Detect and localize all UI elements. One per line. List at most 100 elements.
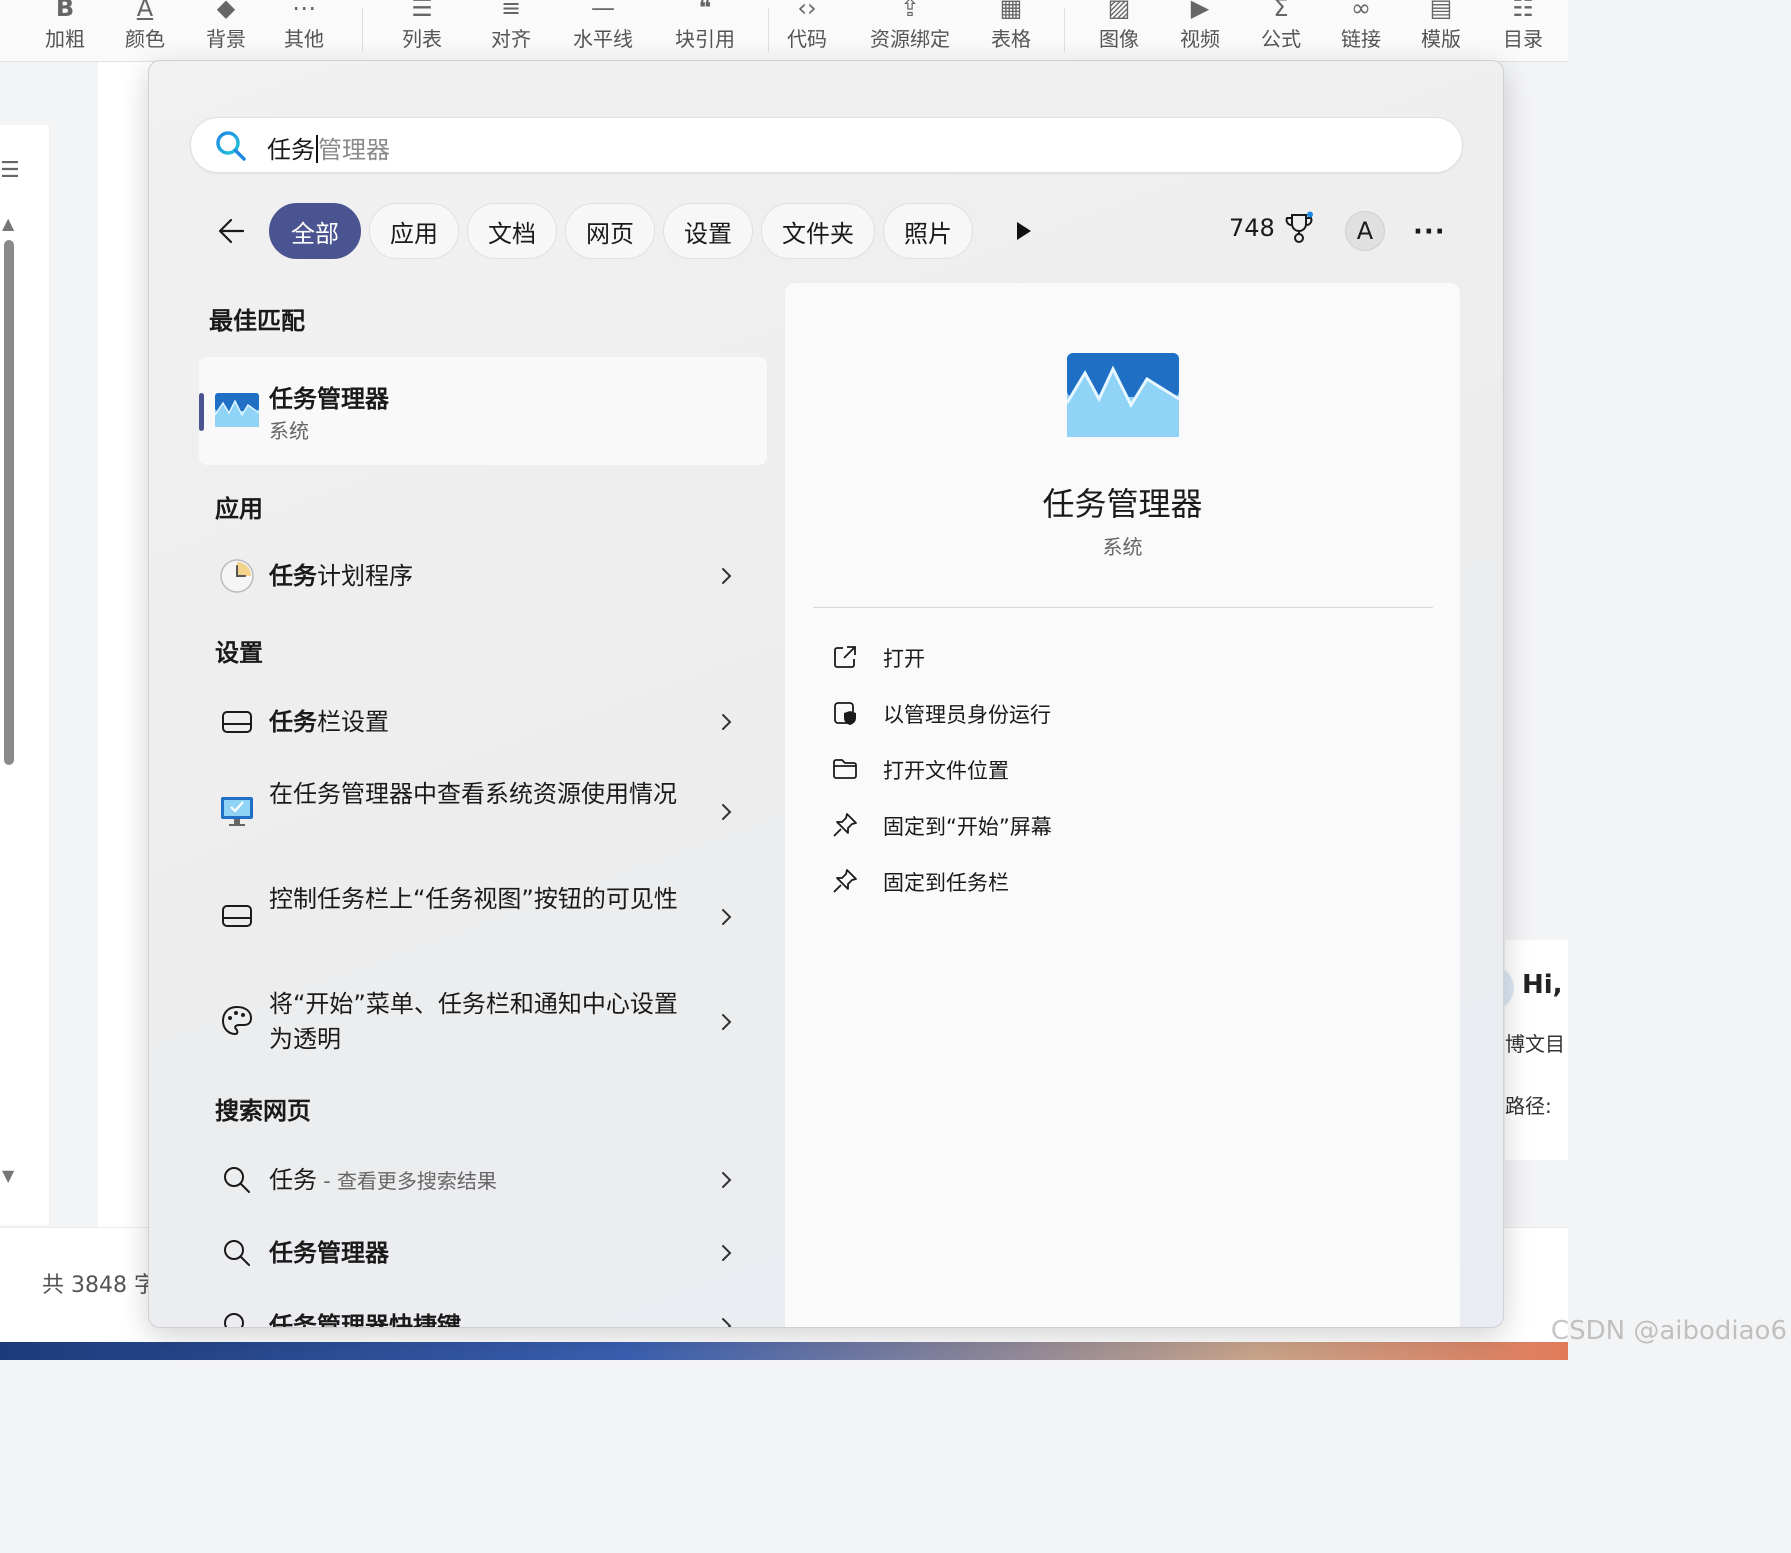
result-task-scheduler[interactable]: 任务计划程序 (199, 551, 767, 601)
action-label: 以管理员身份运行 (883, 703, 1051, 727)
toolbar-formula-button[interactable]: Σ 公式 (1241, 0, 1321, 54)
filter-chip-folders[interactable]: 文件夹 (761, 203, 875, 259)
best-match-result[interactable]: 任务管理器 系统 (199, 357, 767, 465)
chevron-right-icon (722, 1172, 732, 1188)
link-icon: ∞ (1351, 0, 1371, 22)
search-input[interactable]: 任务 管理器 (267, 130, 390, 165)
toolbar-hr-button[interactable]: — 水平线 (563, 0, 643, 54)
toolbar-blockquote-button[interactable]: ❝ 块引用 (665, 0, 745, 54)
windows-search-panel: 任务 管理器 全部 应用 文档 网页 设置 文件夹 照片 748 A ··· 最佳… (148, 60, 1504, 1328)
result-highlight: 任务 (269, 708, 317, 736)
result-view-resource-usage[interactable]: 在任务管理器中查看系统资源使用情况 (199, 773, 767, 853)
toolbar-color-button[interactable]: A 颜色 (105, 0, 185, 54)
toolbar-bold-button[interactable]: B 加粗 (25, 0, 105, 54)
search-icon (224, 1313, 244, 1327)
result-highlight: 任务 (269, 562, 317, 590)
filter-chip-apps[interactable]: 应用 (369, 203, 459, 259)
toolbar-list-button[interactable]: ☰ 列表 (382, 0, 462, 54)
result-taskbar-settings[interactable]: 任务栏设置 (199, 697, 767, 747)
toolbar-label: 链接 (1341, 27, 1381, 51)
result-highlight: 任务 (269, 1166, 317, 1194)
toolbar-label: 水平线 (573, 27, 633, 51)
action-open[interactable]: 打开 (831, 637, 1391, 677)
bold-icon: B (55, 0, 75, 22)
preview-subtitle: 系统 (1102, 535, 1143, 559)
search-icon (224, 1240, 250, 1266)
filter-chip-documents[interactable]: 文档 (467, 203, 557, 259)
result-text: 计划程序 (317, 562, 413, 590)
code-icon: ‹› (797, 0, 817, 22)
outline-scrollbar[interactable] (4, 240, 14, 765)
result-task-view-button-visibility[interactable]: 控制任务栏上“任务视图”按钮的可见性 (199, 878, 767, 958)
toolbar-video-button[interactable]: ▶ 视频 (1160, 0, 1240, 54)
chevron-right-icon (722, 568, 732, 584)
open-external-icon (834, 646, 856, 668)
action-pin-to-start[interactable]: 固定到“开始”屏幕 (831, 805, 1391, 845)
toolbar-label: 模版 (1421, 27, 1461, 51)
web-result-task-manager[interactable]: 任务管理器 (199, 1228, 767, 1278)
rewards-points: 748 (1229, 214, 1275, 242)
toolbar-label: 颜色 (125, 27, 165, 51)
toolbar-align-button[interactable]: ≡ 对齐 (471, 0, 551, 54)
chevron-right-icon (722, 804, 732, 820)
scroll-up-icon[interactable]: ▲ (2, 214, 14, 233)
toolbar-link-button[interactable]: ∞ 链接 (1321, 0, 1401, 54)
search-box[interactable]: 任务 管理器 (190, 117, 1463, 173)
toolbar-partial-label: 页 (0, 24, 18, 54)
scroll-down-icon[interactable]: ▼ (2, 1166, 14, 1185)
action-pin-to-taskbar[interactable]: 固定到任务栏 (831, 861, 1391, 901)
filter-chip-settings[interactable]: 设置 (663, 203, 753, 259)
trophy-icon[interactable] (1283, 211, 1315, 245)
result-text: 在任务管理器中查看系统资源使用情况 (269, 780, 677, 808)
word-count: 共 3848 字 (42, 1273, 156, 1298)
toolbar-template-button[interactable]: ▤ 模版 (1401, 0, 1481, 54)
assistant-greeting: Hi, (1522, 970, 1563, 1000)
toolbar-toc-button[interactable]: ☷ 目录 (1483, 0, 1563, 54)
toolbar-partial-item[interactable]: ≡ 页 (0, 0, 18, 54)
paint-bucket-icon: ◆ (216, 0, 236, 22)
result-text: 任务管理器 (269, 1239, 389, 1267)
list-icon: ☰ (411, 0, 433, 22)
filter-chip-web[interactable]: 网页 (565, 203, 655, 259)
result-transparency-settings[interactable]: 将“开始”菜单、任务栏和通知中心设置为透明 (199, 983, 767, 1063)
chevron-right-icon (722, 1014, 732, 1030)
image-icon: ▨ (1107, 0, 1131, 22)
toolbar-code-button[interactable]: ‹› 代码 (767, 0, 847, 54)
toolbar-resource-button[interactable]: ⇪ 资源绑定 (860, 0, 960, 54)
toolbar-label: 代码 (787, 27, 827, 51)
apps-heading: 应用 (215, 495, 263, 523)
result-text: 栏设置 (317, 708, 389, 736)
action-label: 固定到“开始”屏幕 (883, 815, 1052, 839)
result-text: 将“开始”菜单、任务栏和通知中心设置为透明 (269, 990, 678, 1053)
table-icon: ▦ (999, 0, 1023, 22)
chevron-right-icon (722, 909, 732, 925)
chevron-right-icon (722, 714, 732, 730)
action-open-file-location[interactable]: 打开文件位置 (831, 749, 1391, 789)
preview-divider (813, 607, 1433, 608)
action-run-as-admin[interactable]: 以管理员身份运行 (831, 693, 1391, 733)
toolbar-image-button[interactable]: ▨ 图像 (1079, 0, 1159, 54)
web-result-more[interactable]: 任务 - 查看更多搜索结果 (199, 1155, 767, 1205)
outline-menu-icon[interactable]: ☰ (0, 158, 20, 183)
partial-icon: ≡ (0, 0, 18, 24)
taskbar-icon (222, 905, 252, 927)
toolbar-label: 块引用 (675, 27, 735, 51)
more-filters-play-icon[interactable] (1009, 217, 1037, 245)
toolbar-other-button[interactable]: ⋯ 其他 (264, 0, 344, 54)
back-arrow-icon[interactable] (213, 211, 253, 251)
filter-chip-photos[interactable]: 照片 (883, 203, 973, 259)
horizontal-rule-icon: — (591, 0, 615, 22)
toolbar-label: 对齐 (491, 27, 531, 51)
account-avatar[interactable]: A (1345, 211, 1385, 251)
filter-chip-all[interactable]: 全部 (269, 203, 361, 259)
sigma-icon: Σ (1273, 0, 1289, 22)
web-result-shortcut[interactable]: 任务管理器快捷键 (199, 1301, 767, 1327)
shield-admin-icon (834, 702, 856, 725)
action-label: 打开 (883, 647, 925, 671)
more-options-button[interactable]: ··· (1413, 217, 1446, 247)
toolbar-background-button[interactable]: ◆ 背景 (186, 0, 266, 54)
best-match-title: 任务管理器 (269, 385, 389, 413)
toolbar-table-button[interactable]: ▦ 表格 (971, 0, 1051, 54)
taskbar-icon (222, 711, 252, 733)
toolbar-label: 公式 (1261, 27, 1301, 51)
